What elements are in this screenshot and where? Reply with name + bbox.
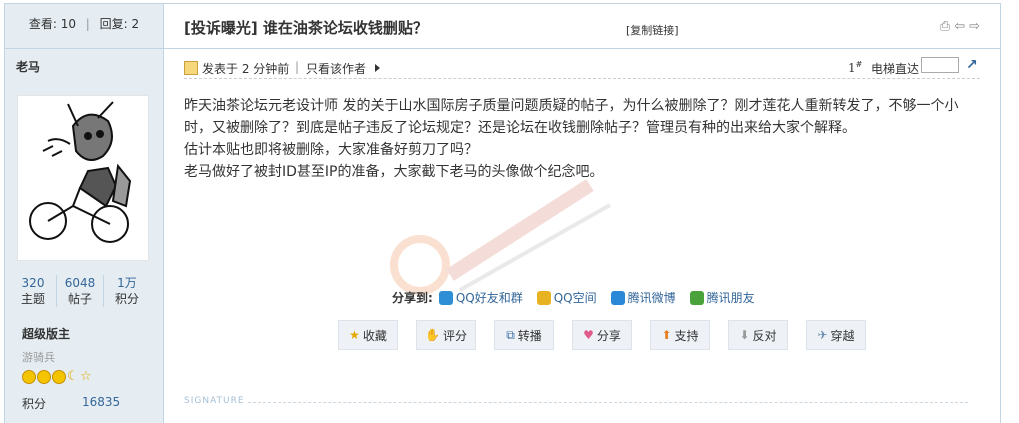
share-button[interactable]: ♥ 分享	[572, 320, 632, 350]
share-item-label: 腾讯朋友	[706, 291, 755, 305]
user-rank: 游骑兵	[22, 351, 55, 364]
count-topics[interactable]: 320 主题	[10, 275, 56, 307]
caret-right-icon	[375, 64, 380, 72]
count-label: 帖子	[67, 292, 92, 306]
button-label: 评分	[442, 328, 467, 343]
button-label: 反对	[752, 328, 777, 343]
floor-sup: #	[855, 60, 863, 69]
post-time: 发表于 2 分钟前	[202, 62, 290, 76]
clover-icon	[689, 290, 704, 305]
share-bar: 分享到: QQ好友和群 QQ空间 腾讯微博 腾讯朋友	[392, 289, 769, 306]
author-name[interactable]: 老马	[16, 58, 40, 75]
weibo-icon	[610, 290, 625, 305]
paper-plane-icon: ✈	[817, 328, 828, 342]
share-qq-friends[interactable]: QQ好友和群	[438, 289, 523, 306]
points-label: 积分	[22, 397, 47, 411]
user-group[interactable]: 超级版主	[22, 325, 70, 342]
qzone-icon	[536, 290, 551, 305]
thread-title-bar: [投诉曝光] 谁在油茶论坛收钱删贴？ [复制链接] ⎙ ⇦ ⇨	[164, 4, 1000, 49]
count-value: 320	[21, 276, 45, 290]
floor-value: 1	[848, 61, 856, 75]
count-label: 主题	[20, 292, 45, 306]
copy-link-button[interactable]: [复制链接]	[626, 22, 679, 38]
rate-button[interactable]: ✋ 评分	[416, 320, 476, 350]
share-tencent-weibo[interactable]: 腾讯微博	[610, 289, 676, 306]
count-credits[interactable]: 1万 积分	[103, 275, 150, 307]
star-icon: ☆	[80, 369, 92, 384]
button-label: 分享	[596, 328, 621, 343]
previous-thread-icon[interactable]: ⇦	[954, 19, 965, 34]
arrow-up-icon: ⬆	[661, 328, 672, 342]
thread-stats: 查看: 10 | 回复: 2	[5, 4, 163, 49]
avatar[interactable]	[17, 95, 149, 261]
count-label: 积分	[114, 292, 139, 306]
travel-button[interactable]: ✈ 穿越	[806, 320, 866, 350]
oppose-button[interactable]: ⬇ 反对	[728, 320, 788, 350]
donkey-cyclist-avatar-image	[29, 101, 132, 243]
repost-button[interactable]: ⧉ 转播	[494, 320, 554, 350]
share-item-label: QQ空间	[553, 291, 597, 305]
star-icon: ★	[349, 328, 360, 342]
favorite-button[interactable]: ★ 收藏	[338, 320, 398, 350]
thread-title[interactable]: [投诉曝光] 谁在油茶论坛收钱删贴？	[184, 17, 428, 38]
floor-jump-input[interactable]	[921, 57, 959, 73]
jump-label: 电梯直达	[871, 62, 920, 76]
online-status-icon	[184, 61, 198, 75]
go-arrow-icon[interactable]: ↗	[966, 57, 978, 73]
next-thread-icon[interactable]: ⇨	[969, 19, 980, 34]
watermark-image	[390, 179, 611, 295]
button-label: 转播	[517, 328, 542, 343]
thumb-icon: ✋	[425, 328, 440, 342]
views-count: 10	[60, 17, 76, 31]
divider: |	[295, 60, 300, 74]
button-label: 穿越	[830, 328, 855, 343]
sun-icon	[37, 370, 51, 384]
moon-icon: ☾	[67, 369, 79, 384]
count-value: 6048	[64, 276, 96, 290]
count-value: 1万	[117, 276, 137, 290]
author-points: 积分 16835	[22, 395, 120, 412]
post-paragraph: 估计本贴也即将被删除，大家准备好剪刀了吗？	[184, 142, 478, 158]
share-label: 分享到:	[392, 291, 433, 305]
share-item-label: QQ好友和群	[455, 291, 523, 305]
sun-icon	[52, 370, 66, 384]
stats-divider: |	[85, 17, 90, 31]
support-button[interactable]: ⬆ 支持	[650, 320, 710, 350]
level-medals: ☾ ☆	[22, 370, 92, 384]
thread-tools: ⎙ ⇦ ⇨	[940, 19, 980, 34]
post-actions: ★ 收藏 ✋ 评分 ⧉ 转播 ♥ 分享 ⬆ 支持 ⬇ 反对 ✈ 穿越	[338, 320, 866, 350]
views-label: 查看:	[28, 17, 57, 31]
only-author-link[interactable]: 只看该作者	[306, 60, 366, 77]
button-label: 收藏	[362, 328, 387, 343]
heart-icon: ♥	[583, 328, 594, 342]
button-label: 支持	[674, 328, 699, 343]
replies-label: 回复:	[99, 17, 128, 31]
share-box-icon: ⧉	[506, 327, 515, 342]
count-posts[interactable]: 6048 帖子	[56, 275, 103, 307]
floor-number: 1#	[848, 60, 862, 75]
share-qzone[interactable]: QQ空间	[536, 289, 597, 306]
post-paragraph: 昨天油茶论坛元老设计师 发的关于山水国际房子质量问题质疑的帖子，为什么被删除了？…	[184, 98, 959, 136]
points-value[interactable]: 16835	[82, 395, 120, 409]
qq-icon	[438, 290, 453, 305]
print-icon[interactable]: ⎙	[940, 19, 950, 34]
arrow-down-icon: ⬇	[739, 328, 750, 342]
share-tencent-friends[interactable]: 腾讯朋友	[689, 289, 755, 306]
signature-label: SIGNATURE	[184, 396, 245, 406]
author-counts: 320 主题 6048 帖子 1万 积分	[10, 275, 150, 307]
signature-divider	[248, 402, 968, 403]
replies-count: 2	[131, 17, 140, 31]
sun-icon	[22, 370, 36, 384]
post-info-bar: 发表于 2 分钟前 | 只看该作者 1# 电梯直达 ↗	[184, 56, 980, 79]
share-item-label: 腾讯微博	[627, 291, 676, 305]
